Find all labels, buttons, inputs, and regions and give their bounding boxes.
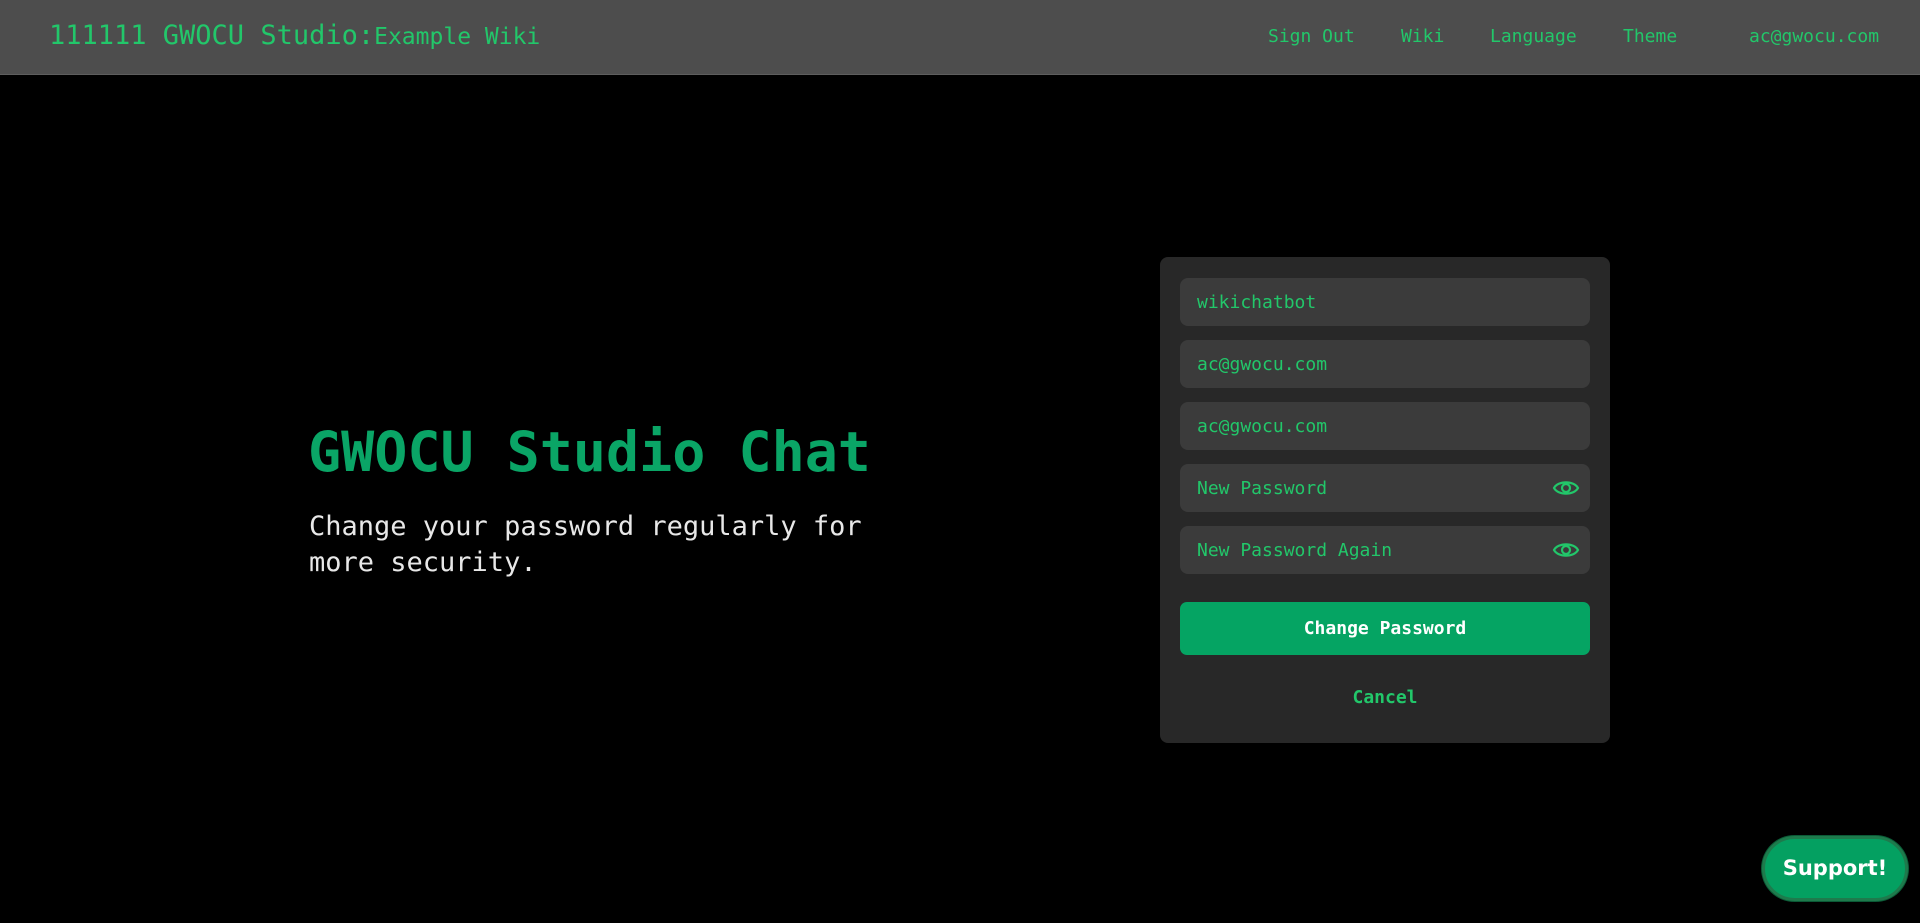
eye-icon[interactable] bbox=[1552, 538, 1580, 562]
app-title: 111111 GWOCU Studio: bbox=[49, 20, 375, 51]
brand[interactable]: 111111 GWOCU Studio:Example Wiki bbox=[49, 20, 540, 51]
email-field[interactable] bbox=[1180, 340, 1590, 388]
wiki-name: Example Wiki bbox=[374, 24, 541, 50]
change-password-form: Change Password Cancel bbox=[1160, 257, 1610, 743]
username-field[interactable] bbox=[1180, 278, 1590, 326]
hero-subtitle: Change your password regularly for more … bbox=[309, 511, 862, 578]
nav-language[interactable]: Language bbox=[1490, 26, 1577, 47]
hero-title: GWOCU Studio Chat bbox=[308, 420, 871, 484]
new-password-again-field[interactable] bbox=[1180, 526, 1590, 574]
email-field-wrapper bbox=[1180, 340, 1590, 388]
new-password-again-field-wrapper bbox=[1180, 526, 1590, 574]
support-button[interactable]: Support! bbox=[1762, 836, 1908, 901]
nav-theme[interactable]: Theme bbox=[1623, 26, 1677, 47]
new-password-field-wrapper bbox=[1180, 464, 1590, 512]
top-navbar: 111111 GWOCU Studio:Example Wiki Sign Ou… bbox=[0, 0, 1920, 75]
change-password-button[interactable]: Change Password bbox=[1180, 602, 1590, 655]
email-confirm-field-wrapper bbox=[1180, 402, 1590, 450]
nav-user-email[interactable]: ac@gwocu.com bbox=[1749, 26, 1879, 47]
cancel-button[interactable]: Cancel bbox=[1180, 682, 1590, 712]
nav-wiki[interactable]: Wiki bbox=[1401, 26, 1444, 47]
username-field-wrapper bbox=[1180, 278, 1590, 326]
eye-icon[interactable] bbox=[1552, 476, 1580, 500]
new-password-field[interactable] bbox=[1180, 464, 1590, 512]
email-confirm-field[interactable] bbox=[1180, 402, 1590, 450]
nav-sign-out[interactable]: Sign Out bbox=[1268, 26, 1355, 47]
